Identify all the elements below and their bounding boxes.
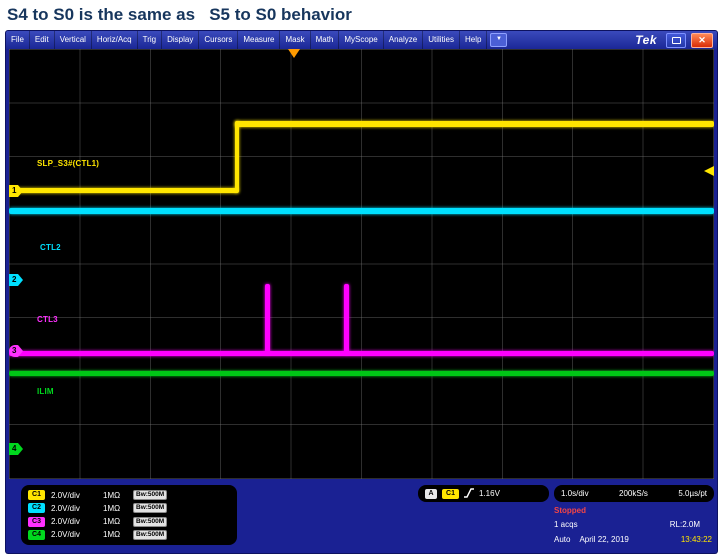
ch2-reference-marker[interactable]: 2 [9, 274, 23, 286]
ch1-scale: 2.0V/div [51, 490, 80, 500]
menu-item-vertical[interactable]: Vertical [55, 31, 92, 49]
rising-edge-icon [464, 487, 474, 500]
menu-item-file[interactable]: File [6, 31, 30, 49]
time-label: 13:43:22 [680, 535, 712, 544]
menu-item-horiz-acq[interactable]: Horiz/Acq [92, 31, 138, 49]
ch3-impedance: 1MΩ [103, 517, 121, 527]
menu-item-mask[interactable]: Mask [280, 31, 311, 49]
channel-row-c4[interactable]: C4 2.0V/div 1MΩ Bw:500M [21, 529, 237, 540]
ch3-pulse-1 [265, 284, 270, 354]
trigger-mode: Auto [554, 535, 571, 544]
acquisition-count: 1 acqs [554, 520, 578, 529]
ch4-signal-label: ILIM [37, 387, 54, 396]
sample-rate: 200kS/s [619, 489, 648, 498]
ch1-signal-label: SLP_S3#(CTL1) [37, 159, 100, 168]
ch2-trace [9, 208, 714, 214]
menu-bar: File Edit Vertical Horiz/Acq Trig Displa… [6, 31, 717, 49]
close-button[interactable]: ✕ [691, 32, 713, 48]
ch3-trace [9, 351, 714, 356]
ch2-signal-label: CTL2 [40, 243, 61, 252]
menu-item-cursors[interactable]: Cursors [199, 31, 239, 49]
timebase-readout[interactable]: 1.0s/div 200kS/s 5.0µs/pt [554, 485, 714, 502]
ch3-bandwidth: Bw:500M [133, 516, 168, 527]
menu-item-edit[interactable]: Edit [30, 31, 55, 49]
ch4-reference-marker[interactable]: 4 [9, 443, 23, 455]
ch2-impedance: 1MΩ [103, 503, 121, 513]
trigger-readout[interactable]: A C1 1.16V [418, 485, 549, 502]
menu-item-math[interactable]: Math [311, 31, 340, 49]
waveform-display: SLP_S3#(CTL1) CTL2 CTL3 ILIM 1 2 3 4 [9, 49, 714, 479]
sample-resolution: 5.0µs/pt [678, 489, 707, 498]
ch1-trace-edge [235, 121, 239, 193]
trigger-level-value: 1.16V [479, 489, 500, 498]
trigger-source-badge: C1 [442, 488, 459, 499]
date-label: April 22, 2019 [579, 535, 629, 544]
window-controls: Tek ✕ [635, 32, 717, 48]
ch2-badge[interactable]: C2 [28, 503, 45, 514]
menu-item-myscope[interactable]: MyScope [339, 31, 384, 49]
ch4-badge[interactable]: C4 [28, 529, 45, 540]
ch1-trace-low [9, 188, 238, 193]
scope-window: File Edit Vertical Horiz/Acq Trig Displa… [6, 31, 717, 553]
trigger-level-arrow[interactable] [704, 166, 714, 176]
channel-row-c3[interactable]: C3 2.0V/div 1MΩ Bw:500M [21, 516, 237, 527]
menu-item-display[interactable]: Display [162, 31, 200, 49]
ch2-scale: 2.0V/div [51, 503, 80, 513]
channel-readouts: C1 2.0V/div 1MΩ Bw:500M C2 2.0V/div 1MΩ … [21, 485, 237, 545]
ch4-scale: 2.0V/div [51, 530, 80, 540]
trigger-position-marker[interactable] [288, 49, 300, 58]
ch4-bandwidth: Bw:500M [133, 529, 168, 540]
menu-item-trig[interactable]: Trig [138, 31, 163, 49]
ch3-pulse-2 [344, 284, 349, 354]
acquisition-state: Stopped [554, 506, 586, 515]
chevron-down-icon: ▼ [495, 36, 502, 42]
ch1-bandwidth: Bw:500M [133, 490, 168, 501]
ch2-bandwidth: Bw:500M [133, 503, 168, 514]
ch4-trace [9, 371, 714, 376]
ch1-trace-high [235, 121, 714, 127]
tek-logo: Tek [635, 33, 657, 47]
minimize-button[interactable] [666, 32, 686, 48]
minimize-icon [671, 36, 681, 44]
trigger-bus-badge: A [425, 488, 437, 499]
timebase-scale: 1.0s/div [561, 489, 589, 498]
close-icon: ✕ [698, 34, 706, 45]
ch1-badge[interactable]: C1 [28, 490, 45, 501]
menu-item-measure[interactable]: Measure [238, 31, 281, 49]
status-bar: C1 2.0V/div 1MΩ Bw:500M C2 2.0V/div 1MΩ … [9, 479, 714, 550]
ch3-signal-label: CTL3 [37, 315, 58, 324]
menu-item-help[interactable]: Help [460, 31, 488, 49]
menu-item-utilities[interactable]: Utilities [423, 31, 460, 49]
menu-item-analyze[interactable]: Analyze [384, 31, 424, 49]
channel-row-c1[interactable]: C1 2.0V/div 1MΩ Bw:500M [21, 490, 237, 501]
ch4-impedance: 1MΩ [103, 530, 121, 540]
page-title: S4 to S0 is the same as S5 to S0 behavio… [7, 5, 352, 24]
ch3-badge[interactable]: C3 [28, 516, 45, 527]
channel-row-c2[interactable]: C2 2.0V/div 1MΩ Bw:500M [21, 503, 237, 514]
menu-overflow-button[interactable]: ▼ [490, 33, 508, 47]
ch3-scale: 2.0V/div [51, 517, 80, 527]
record-length: RL:2.0M [669, 520, 700, 529]
ch1-reference-marker[interactable]: 1 [9, 185, 23, 197]
ch1-impedance: 1MΩ [103, 490, 121, 500]
